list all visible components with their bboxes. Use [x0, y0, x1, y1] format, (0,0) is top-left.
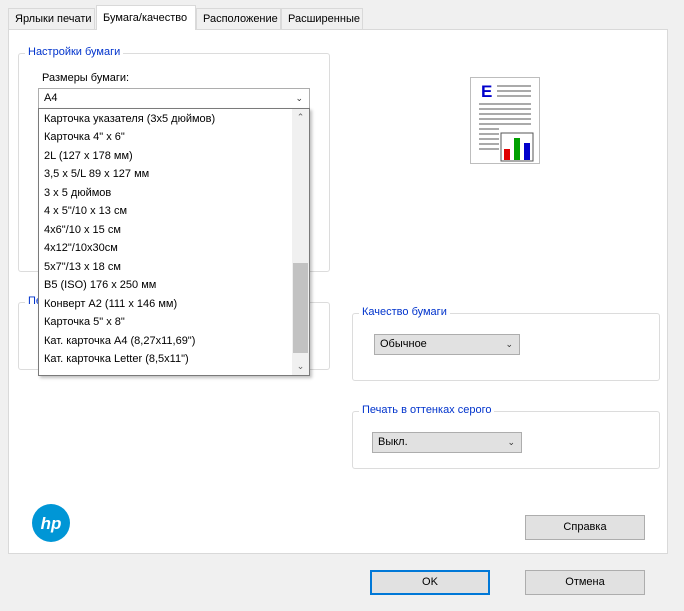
print-quality-value: Обычное	[380, 338, 427, 350]
preview-bar	[514, 138, 520, 160]
scroll-down-icon[interactable]: ⌄	[292, 358, 309, 375]
preview-bar	[504, 149, 510, 160]
tab-advanced[interactable]: Расширенные	[281, 8, 363, 29]
paper-preview-image: E	[470, 77, 540, 164]
list-item[interactable]: Конверт A2 (111 x 146 мм)	[44, 295, 177, 313]
list-item[interactable]: 4x12"/10x30см	[44, 239, 118, 257]
list-item[interactable]: 4x6"/10 x 15 см	[44, 221, 121, 239]
list-item[interactable]: Карточка указателя (3x5 дюймов)	[44, 110, 215, 128]
preview-bar	[524, 143, 530, 160]
list-item[interactable]: B5 (ISO) 176 x 250 мм	[44, 276, 156, 294]
chevron-down-icon: ⌄	[505, 339, 513, 349]
list-item[interactable]: 4 x 5"/10 x 13 см	[44, 202, 127, 220]
tab-print-shortcuts[interactable]: Ярлыки печати	[8, 8, 95, 29]
paper-size-select[interactable]: A4 ⌄	[38, 88, 310, 109]
scrollbar-thumb[interactable]	[293, 263, 308, 353]
print-quality-select[interactable]: Обычное ⌄	[374, 334, 520, 355]
preview-graphic: E	[479, 82, 534, 162]
list-item[interactable]: 3,5 x 5/L 89 x 127 мм	[44, 165, 149, 183]
paper-settings-group-label: Настройки бумаги	[25, 46, 124, 58]
cancel-button[interactable]: Отмена	[525, 570, 645, 595]
help-button[interactable]: Справка	[525, 515, 645, 540]
tab-paper-quality[interactable]: Бумага/качество	[96, 5, 196, 30]
list-item[interactable]: 3 x 5 дюймов	[44, 184, 111, 202]
paper-size-label: Размеры бумаги:	[42, 72, 130, 84]
grayscale-group-label: Печать в оттенках серого	[359, 404, 495, 416]
preview-letter: E	[481, 82, 492, 101]
paper-size-value: A4	[44, 92, 58, 104]
scroll-up-icon[interactable]: ⌃	[292, 109, 309, 126]
grayscale-select[interactable]: Выкл. ⌄	[372, 432, 522, 453]
dropdown-scrollbar[interactable]: ⌃ ⌄	[292, 109, 309, 375]
print-quality-group-label: Качество бумаги	[359, 306, 450, 318]
list-item[interactable]: 2L (127 x 178 мм)	[44, 147, 133, 165]
chevron-down-icon: ⌄	[507, 437, 515, 447]
list-item[interactable]: 5x7"/13 x 18 см	[44, 258, 121, 276]
tab-layout[interactable]: Расположение	[196, 8, 281, 29]
grayscale-value: Выкл.	[378, 436, 408, 448]
hp-logo-icon: hp	[32, 504, 70, 542]
paper-size-dropdown-list[interactable]: Карточка указателя (3x5 дюймов) Карточка…	[38, 108, 310, 376]
chevron-down-icon: ⌄	[295, 93, 303, 103]
list-item[interactable]: Кат. карточка Letter (8,5x11")	[44, 350, 189, 368]
ok-button[interactable]: OK	[370, 570, 490, 595]
svg-text:hp: hp	[41, 514, 62, 533]
list-item[interactable]: Кат. карточка A4 (8,27x11,69")	[44, 332, 195, 350]
list-item[interactable]: Карточка 4" x 6"	[44, 128, 125, 146]
list-item[interactable]: Карточка 5" x 8"	[44, 313, 125, 331]
